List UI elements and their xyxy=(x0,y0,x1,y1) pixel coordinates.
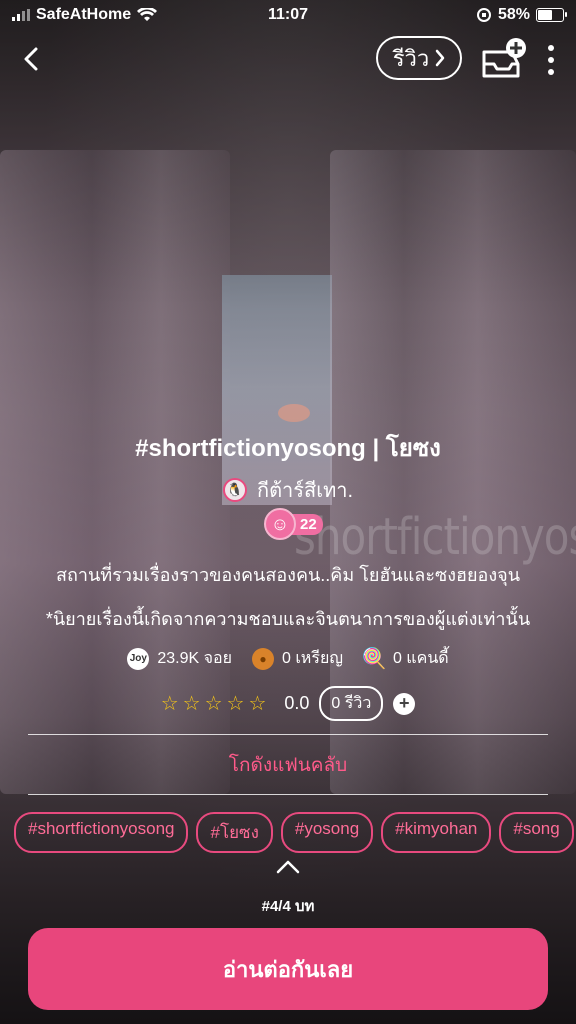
orientation-lock-icon xyxy=(476,8,491,22)
back-button[interactable] xyxy=(14,42,48,76)
chevron-left-icon xyxy=(24,47,38,71)
review-count-button[interactable]: 0 รีวิว xyxy=(319,686,384,721)
candy-count: 0 แคนดี้ xyxy=(392,650,449,667)
star-icon: ☆ xyxy=(204,693,223,715)
tag-chip[interactable]: #shortfictionyosong xyxy=(14,812,189,853)
chevron-right-icon xyxy=(436,49,445,67)
fanclub-link[interactable]: โกดังแฟนคลับ xyxy=(0,750,576,780)
review-button[interactable]: รีวิว xyxy=(376,36,462,80)
tag-chip[interactable]: #song xyxy=(499,812,574,853)
status-bar: SafeAtHome 11:07 58% xyxy=(0,0,576,32)
smile-icon: ☺ xyxy=(264,508,296,540)
top-bar: รีวิว xyxy=(0,34,576,84)
star-icon: ☆ xyxy=(226,693,245,715)
divider xyxy=(28,734,548,735)
star-icon: ☆ xyxy=(248,693,267,715)
add-to-shelf-icon xyxy=(482,38,526,78)
story-description-line1: สถานที่รวมเรื่องราวของคนสองคน..คิม โยฮัน… xyxy=(56,565,520,585)
star-icon: ☆ xyxy=(182,693,201,715)
star-rating[interactable]: ☆ ☆ ☆ ☆ ☆ xyxy=(161,691,267,716)
story-title: #shortfictionyosong | โยซง xyxy=(135,435,441,462)
story-description-line2: *นิยายเรื่องนี้เกิดจากความชอบและจินตนากา… xyxy=(45,609,531,629)
battery-icon xyxy=(536,8,567,22)
divider xyxy=(28,794,548,795)
story-stats: Joy 23.9K จอย ● 0 เหรียญ 🍭 0 แคนดี้ xyxy=(0,646,576,671)
author-avatar: 🐧 xyxy=(222,478,247,502)
review-button-label: รีวิว xyxy=(392,45,430,71)
add-to-shelf-button[interactable] xyxy=(478,38,528,80)
chapter-count: #4/4 บท xyxy=(261,898,315,915)
author-name: กีต้าร์สีเทา. xyxy=(256,480,354,502)
coin-icon: ● xyxy=(251,647,274,670)
expand-button[interactable] xyxy=(0,860,576,874)
coin-count: 0 เหรียญ xyxy=(281,650,343,667)
tag-chip[interactable]: #yosong xyxy=(280,812,374,853)
rating-row: ☆ ☆ ☆ ☆ ☆ 0.0 0 รีวิว + xyxy=(0,686,576,721)
tag-list: #shortfictionyosong #โยซง #yosong #kimyo… xyxy=(14,812,576,853)
candy-icon: 🍭 xyxy=(361,648,387,670)
views-icon: Joy xyxy=(127,647,150,670)
author-level-badge: ☺ 22 xyxy=(264,508,323,540)
star-icon: ☆ xyxy=(160,693,179,715)
tag-chip[interactable]: #kimyohan xyxy=(381,812,492,853)
chevron-up-icon xyxy=(276,860,300,874)
tag-chip[interactable]: #โยซง xyxy=(196,812,273,853)
battery-percent: 58% xyxy=(497,6,530,23)
author-row[interactable]: 🐧 กีต้าร์สีเทา. xyxy=(0,474,576,506)
add-review-button[interactable]: + xyxy=(393,692,416,715)
views-count: 23.9K จอย xyxy=(157,650,232,667)
rating-value: 0.0 xyxy=(284,693,310,713)
continue-reading-button[interactable]: อ่านต่อกันเลย xyxy=(28,928,548,1010)
more-options-button[interactable] xyxy=(540,40,562,80)
